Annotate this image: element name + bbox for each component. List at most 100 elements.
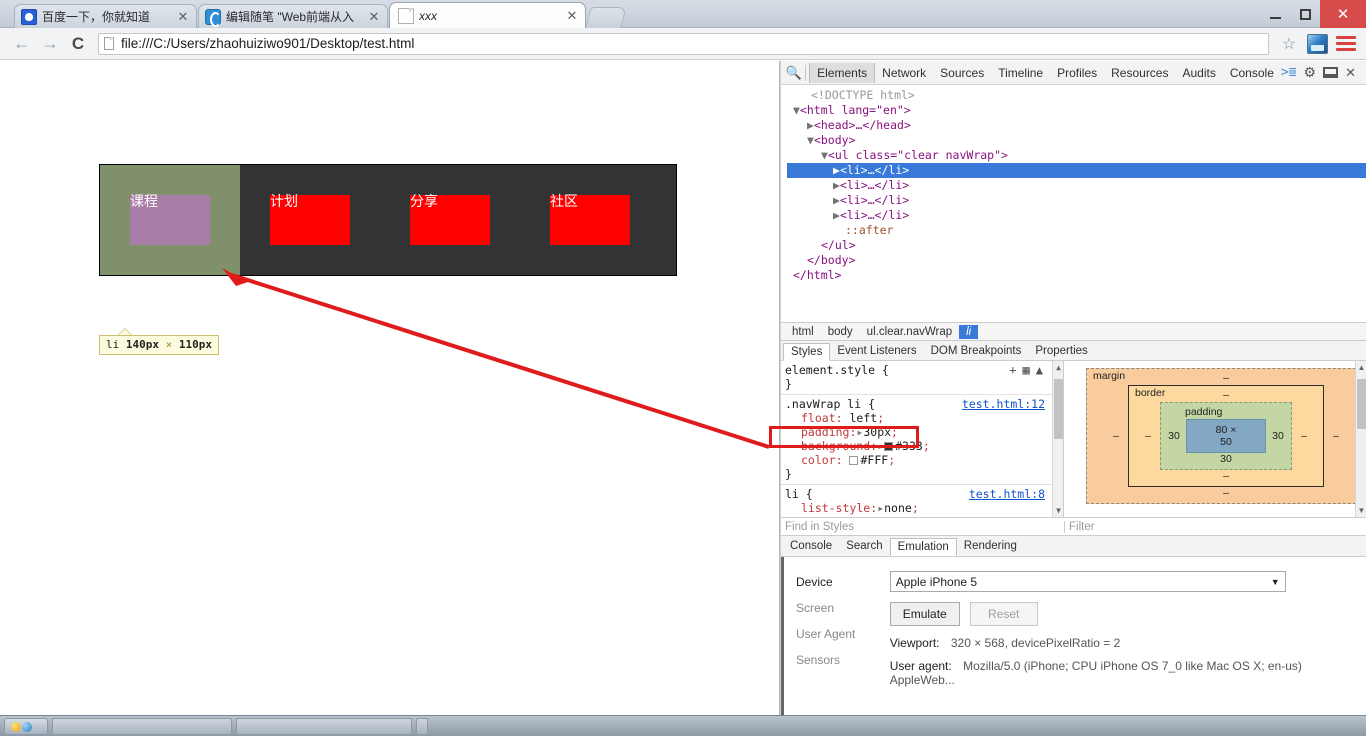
close-window-button[interactable]: ✕: [1320, 0, 1366, 28]
nav-item-2[interactable]: 分享: [380, 165, 520, 275]
star-icon[interactable]: ☆: [1278, 33, 1300, 55]
devtools-tab-resources[interactable]: Resources: [1104, 63, 1175, 83]
box-model-padding[interactable]: padding 30 80 × 50 30 30: [1160, 402, 1292, 470]
devtools-tab-sources[interactable]: Sources: [933, 63, 991, 83]
gear-icon[interactable]: ⚙: [1304, 64, 1317, 81]
browser-tab-3[interactable]: xxx ✕: [389, 2, 586, 28]
breadcrumb-li[interactable]: li: [959, 324, 979, 339]
minimize-button[interactable]: [1260, 0, 1290, 28]
reload-icon[interactable]: C: [64, 30, 92, 58]
tab-close-icon[interactable]: ✕: [565, 9, 579, 23]
search-icon[interactable]: 🔍: [785, 65, 802, 81]
scroll-down-icon[interactable]: ▼: [1054, 505, 1063, 516]
emulation-sidebar-item-user-agent[interactable]: User Agent: [784, 621, 882, 647]
padding-bottom-value[interactable]: 30: [1167, 453, 1285, 466]
tab-close-icon[interactable]: ✕: [367, 10, 381, 24]
dom-line[interactable]: ▶<head>…</head>: [787, 118, 1366, 133]
dom-line[interactable]: <!DOCTYPE html>: [787, 88, 1366, 103]
device-select[interactable]: Apple iPhone 5 ▼: [889, 571, 1286, 592]
dom-line[interactable]: ▶<li>…</li>: [787, 208, 1366, 223]
drawer-tab-rendering[interactable]: Rendering: [957, 538, 1024, 554]
dom-line[interactable]: ▼<ul class="clear navWrap">: [787, 148, 1366, 163]
rule-li[interactable]: li { test.html:8 list-style:▸none;: [781, 485, 1063, 517]
back-icon[interactable]: ←: [8, 30, 36, 58]
disclosure-triangle-icon[interactable]: ▶: [833, 193, 840, 207]
add-rule-icon[interactable]: +: [1009, 363, 1016, 377]
collapse-icon[interactable]: ▲: [1036, 363, 1043, 377]
emulation-sidebar-item-screen[interactable]: Screen: [784, 595, 882, 621]
border-left-value[interactable]: –: [1141, 430, 1155, 442]
css-prop-list-style[interactable]: list-style:▸none;: [785, 501, 1057, 515]
padding-right-value[interactable]: 30: [1271, 430, 1285, 442]
styles-scrollbar[interactable]: ▲ ▼: [1052, 361, 1063, 517]
nav-item-3[interactable]: 社区: [520, 165, 660, 275]
margin-top-value[interactable]: –: [1109, 372, 1343, 385]
emulation-sidebar-item-sensors[interactable]: Sensors: [784, 647, 882, 673]
dom-line[interactable]: </html>: [787, 268, 1366, 283]
box-model-border[interactable]: – border – padding 30 80 × 50 30 30 – –: [1128, 385, 1324, 487]
disclosure-triangle-icon[interactable]: ▶: [833, 208, 840, 222]
tab-event-listeners[interactable]: Event Listeners: [830, 343, 923, 359]
devtools-tab-timeline[interactable]: Timeline: [991, 63, 1050, 83]
rule-element-style[interactable]: element.style { + ▦ ▲ }: [781, 361, 1063, 395]
dock-icon[interactable]: [1323, 67, 1339, 78]
browser-tab-1[interactable]: 百度一下，你就知道 ✕: [14, 4, 197, 28]
drawer-icon[interactable]: >≣: [1281, 65, 1297, 80]
drawer-tab-emulation[interactable]: Emulation: [889, 538, 957, 556]
dom-line[interactable]: ::after: [787, 223, 1366, 238]
metrics-scrollbar[interactable]: ▲ ▼: [1355, 361, 1366, 517]
scroll-up-icon[interactable]: ▲: [1054, 362, 1063, 373]
toggle-state-icon[interactable]: ▦: [1023, 363, 1030, 377]
margin-left-value[interactable]: –: [1109, 430, 1123, 442]
css-prop-float[interactable]: float: left;: [785, 411, 1057, 425]
disclosure-triangle-icon[interactable]: ▼: [793, 103, 800, 117]
breadcrumb-ul[interactable]: ul.clear.navWrap: [860, 325, 959, 339]
scroll-up-icon[interactable]: ▲: [1357, 362, 1366, 373]
dom-line[interactable]: ▶<li>…</li>: [787, 193, 1366, 208]
disclosure-triangle-icon[interactable]: ▼: [807, 133, 814, 147]
scrollbar-thumb[interactable]: [1357, 379, 1366, 429]
scrollbar-thumb[interactable]: [1054, 379, 1063, 439]
address-bar[interactable]: file:///C:/Users/zhaohuiziwo901/Desktop/…: [98, 32, 1269, 55]
tab-properties[interactable]: Properties: [1028, 343, 1094, 359]
border-top-value[interactable]: –: [1141, 389, 1311, 402]
extension-icon[interactable]: [1307, 33, 1328, 54]
scroll-down-icon[interactable]: ▼: [1357, 505, 1366, 516]
disclosure-triangle-icon[interactable]: ▼: [821, 148, 828, 162]
rule-source-link[interactable]: test.html:12: [962, 397, 1045, 411]
dom-line[interactable]: </body>: [787, 253, 1366, 268]
disclosure-triangle-icon[interactable]: ▶: [807, 118, 814, 132]
tab-dom-breakpoints[interactable]: DOM Breakpoints: [924, 343, 1029, 359]
border-right-value[interactable]: –: [1297, 430, 1311, 442]
tab-styles[interactable]: Styles: [783, 342, 831, 361]
dom-line-selected[interactable]: ▶<li>…</li>: [787, 163, 1366, 178]
box-model-diagram[interactable]: – margin – – border – padding 30 80 × 50…: [1086, 368, 1366, 504]
margin-bottom-value[interactable]: –: [1109, 487, 1343, 500]
devtools-tab-profiles[interactable]: Profiles: [1050, 63, 1104, 83]
maximize-button[interactable]: [1290, 0, 1320, 28]
color-swatch[interactable]: [849, 456, 859, 465]
border-bottom-value[interactable]: –: [1141, 470, 1311, 483]
taskbar-item-3[interactable]: [416, 717, 428, 735]
margin-right-value[interactable]: –: [1329, 430, 1343, 442]
filter-input[interactable]: Filter: [1065, 521, 1095, 533]
forward-icon[interactable]: →: [36, 30, 64, 58]
devtools-tab-network[interactable]: Network: [875, 63, 933, 83]
drawer-tab-search[interactable]: Search: [839, 538, 889, 554]
disclosure-triangle-icon[interactable]: ▶: [833, 178, 840, 192]
nav-item-1[interactable]: 计划: [240, 165, 380, 275]
tab-close-icon[interactable]: ✕: [176, 10, 190, 24]
start-button[interactable]: [4, 717, 48, 735]
dom-line[interactable]: ▼<body>: [787, 133, 1366, 148]
devtools-tab-console[interactable]: Console: [1223, 63, 1281, 83]
emulation-sidebar-item-device[interactable]: Device: [784, 569, 882, 595]
dom-tree[interactable]: <!DOCTYPE html> ▼<html lang="en"> ▶<head…: [781, 85, 1366, 322]
dom-line[interactable]: ▶<li>…</li>: [787, 178, 1366, 193]
dom-line[interactable]: </ul>: [787, 238, 1366, 253]
chrome-menu-icon[interactable]: [1336, 34, 1356, 54]
chevron-down-icon[interactable]: ▼: [1271, 577, 1280, 587]
close-icon[interactable]: ✕: [1345, 65, 1356, 81]
box-model-content[interactable]: 80 × 50: [1186, 419, 1266, 453]
padding-left-value[interactable]: 30: [1167, 430, 1181, 442]
css-prop-color[interactable]: color: #FFF;: [785, 453, 1057, 467]
